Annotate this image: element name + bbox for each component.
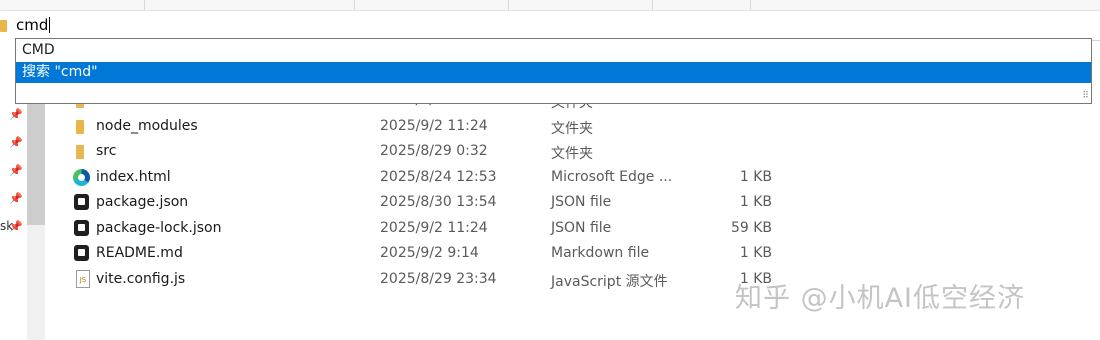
watermark: 知乎 @小机AI低空经济 [735,283,1026,314]
column-header-strip [0,0,1100,11]
file-size: 59 KB [730,219,772,236]
js-file-icon: JS [76,269,90,288]
file-size: 1 KB [739,194,772,210]
file-name: node_modules [96,117,198,134]
column-divider [508,0,509,10]
address-autocomplete[interactable]: CMD 搜索 "cmd" ⠿ [15,38,1092,104]
resize-grip-icon[interactable]: ⠿ [1082,91,1089,101]
file-row[interactable]: src 2025/8/29 0:32 文件夹 [0,140,1100,165]
file-date-modified: 2025/9/2 9:14 [380,245,479,261]
edge-icon [73,168,90,186]
address-input[interactable]: cmd [16,16,51,34]
text-caret [49,17,51,33]
file-name: index.html [96,168,171,185]
folder-icon [76,119,84,134]
file-date-modified: 2025/8/30 13:54 [380,194,497,210]
json-file-icon [74,194,89,210]
file-name: README.md [96,245,183,261]
file-size: 1 KB [739,245,772,261]
autocomplete-item-search[interactable]: 搜索 "cmd" [16,62,1091,83]
file-row[interactable]: README.md 2025/9/2 9:14 Markdown file 1 KB [0,242,1100,267]
folder-icon [0,20,7,32]
column-divider [652,0,653,10]
file-row[interactable]: package.json 2025/8/30 13:54 JSON file 1 KB [0,191,1100,216]
file-type: JSON file [551,194,612,210]
file-date-modified: 2025/9/2 11:24 [380,219,488,236]
file-row[interactable]: node_modules 2025/9/2 11:24 文件夹 [0,115,1100,140]
file-size: 1 KB [739,168,772,185]
folder-icon [76,145,84,159]
file-name: package-lock.json [96,219,222,236]
markdown-file-icon [74,245,89,261]
column-divider [750,0,751,10]
file-date-modified: 2025/9/2 11:24 [380,117,488,134]
json-file-icon [74,219,89,236]
file-name: package.json [96,194,189,210]
file-date-modified: 2025/8/29 23:34 [380,270,497,287]
file-type: JSON file [551,219,612,236]
autocomplete-item-cmd[interactable]: CMD [16,40,1091,61]
file-date-modified: 2025/8/24 12:53 [380,168,497,185]
file-type: Microsoft Edge ... [551,168,673,185]
file-type: JavaScript 源文件 [551,273,668,290]
column-divider [144,0,145,10]
file-type: 文件夹 [551,120,593,137]
column-divider [354,0,355,10]
file-name: vite.config.js [96,270,186,287]
file-row[interactable]: index.html 2025/8/24 12:53 Microsoft Edge … [0,166,1100,191]
file-row[interactable]: package-lock.json 2025/9/2 11:24 JSON file… [0,217,1100,242]
file-type: Markdown file [551,245,650,261]
address-bar[interactable]: cmd [0,12,1100,41]
file-date-modified: 2025/8/29 0:32 [380,143,488,159]
file-name: src [96,143,117,159]
file-type: 文件夹 [551,146,593,162]
